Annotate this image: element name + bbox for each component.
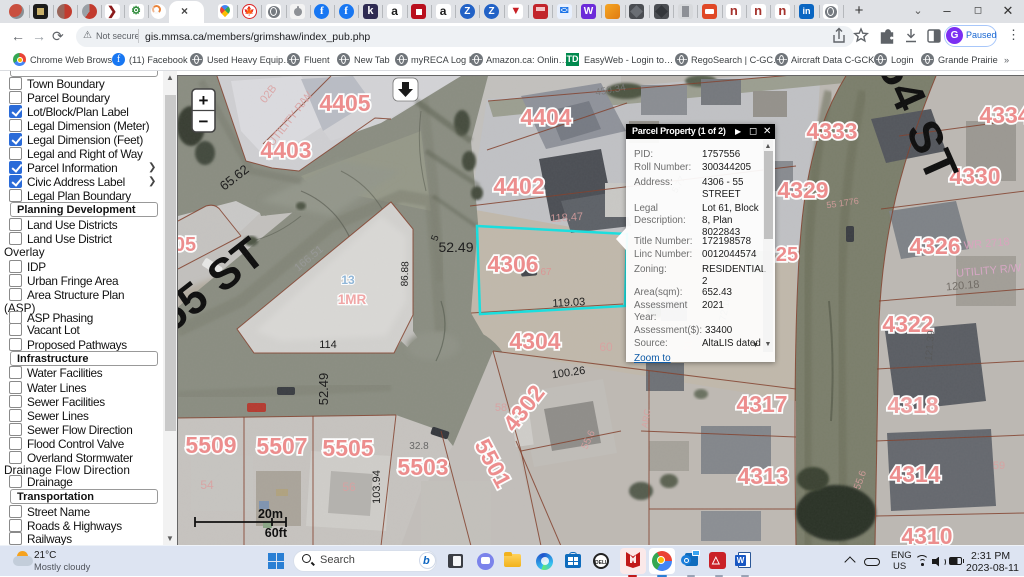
svg-text:60ft: 60ft — [265, 526, 288, 540]
svg-text:20m: 20m — [258, 507, 283, 521]
svg-text:+: + — [199, 91, 209, 110]
svg-text:−: − — [199, 112, 209, 131]
